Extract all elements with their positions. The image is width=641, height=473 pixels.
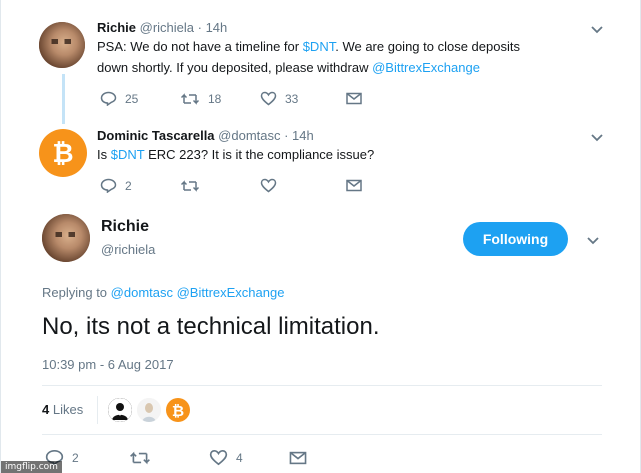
thread-connector (62, 74, 65, 124)
likes-count: 4 (42, 402, 50, 417)
svg-text:₿: ₿ (52, 139, 73, 168)
tweet-thread: Richie @richiela · 14h PSA: We do not ha… (0, 0, 641, 473)
heart-icon (260, 178, 277, 193)
retweet-icon (130, 451, 150, 464)
tweet-actions: 2 4 (45, 449, 307, 466)
replying-to: Replying to @domtasc @BittrexExchange (42, 285, 284, 300)
handle-time[interactable]: @richiela · 14h (140, 20, 228, 35)
tweet-timestamp[interactable]: 10:39 pm - 6 Aug 2017 (42, 357, 174, 372)
chevron-down-icon[interactable] (590, 133, 604, 143)
author-name[interactable]: Richie (101, 218, 149, 236)
author-name[interactable]: Dominic Tascarella (97, 128, 215, 143)
mention-link[interactable]: @domtasc @BittrexExchange (111, 285, 285, 300)
handle-time[interactable]: @domtasc · 14h (218, 128, 314, 143)
envelope-icon (346, 92, 362, 105)
author-handle[interactable]: @richiela (101, 242, 155, 257)
tweet-actions: 25 18 33 (100, 91, 362, 106)
person-icon (137, 398, 161, 422)
tweet-text-part: ERC 223? It is it the compliance issue? (144, 147, 375, 162)
retweet-count: 18 (208, 91, 222, 106)
avatar[interactable]: ₿ (39, 129, 87, 177)
cashtag-link[interactable]: $DNT (303, 39, 336, 54)
reply-count: 2 (72, 450, 79, 465)
tweet-header: Dominic Tascarella @domtasc · 14h (97, 128, 314, 143)
likes-stat[interactable]: 4 Likes (42, 402, 83, 417)
divider (97, 396, 98, 424)
direct-message-button[interactable] (289, 451, 307, 465)
tweet-text: Is $DNT ERC 223? It is it the compliance… (97, 144, 374, 165)
direct-message-button[interactable] (346, 179, 362, 192)
reply-count: 25 (125, 91, 139, 106)
reply-count: 2 (125, 178, 132, 193)
retweet-button[interactable] (180, 179, 260, 193)
svg-text:₿: ₿ (172, 402, 184, 419)
retweet-button[interactable] (129, 450, 209, 466)
mention-link[interactable]: @BittrexExchange (372, 60, 480, 75)
tweet-text-part: Is (97, 147, 111, 162)
reply-button[interactable]: 25 (100, 91, 180, 106)
author-name[interactable]: Richie (97, 20, 136, 35)
like-count: 4 (236, 450, 243, 465)
retweet-icon (180, 92, 200, 105)
envelope-icon (289, 451, 307, 464)
like-button[interactable] (260, 178, 346, 193)
divider (42, 385, 602, 386)
chevron-down-icon[interactable] (586, 236, 600, 246)
reply-icon (100, 91, 117, 106)
heart-icon (260, 91, 277, 106)
like-button[interactable]: 33 (260, 91, 346, 106)
reply-button[interactable]: 2 (100, 178, 180, 193)
chevron-down-icon[interactable] (590, 25, 604, 35)
tweet-text-part: PSA: We do not have a timeline for (97, 39, 303, 54)
tweet-text: No, its not a technical limitation. (42, 313, 380, 340)
like-count: 33 (285, 91, 299, 106)
like-button[interactable]: 4 (209, 449, 289, 466)
following-button[interactable]: Following (463, 222, 568, 256)
retweet-button[interactable]: 18 (180, 92, 260, 106)
bitcoin-icon: ₿ (52, 139, 73, 168)
bitcoin-icon: ₿ (172, 402, 184, 419)
divider (42, 434, 602, 435)
liker-avatar[interactable]: ₿ (166, 398, 190, 422)
tweet-header: Richie @richiela · 14h (97, 20, 227, 35)
envelope-icon (346, 179, 362, 192)
reply-icon (100, 178, 117, 193)
watermark: imgflip.com (1, 461, 62, 473)
replying-to-label: Replying to (42, 285, 111, 300)
tweet-text-part: down shortly. If you deposited, please w… (97, 60, 373, 75)
avatar[interactable] (42, 214, 90, 262)
retweet-icon (180, 179, 200, 192)
tweet-text: PSA: We do not have a timeline for $DNT.… (97, 36, 520, 78)
avatar[interactable] (39, 22, 85, 68)
cashtag-link[interactable]: $DNT (111, 147, 145, 162)
person-icon (108, 398, 132, 422)
likes-label: Likes (52, 402, 84, 417)
tweet-actions: 2 (100, 178, 362, 193)
liker-avatar[interactable] (108, 398, 132, 422)
heart-icon (209, 449, 228, 466)
tweet-text-part: . We are going to close deposits (335, 39, 520, 54)
direct-message-button[interactable] (346, 92, 362, 105)
liker-avatar[interactable] (137, 398, 161, 422)
